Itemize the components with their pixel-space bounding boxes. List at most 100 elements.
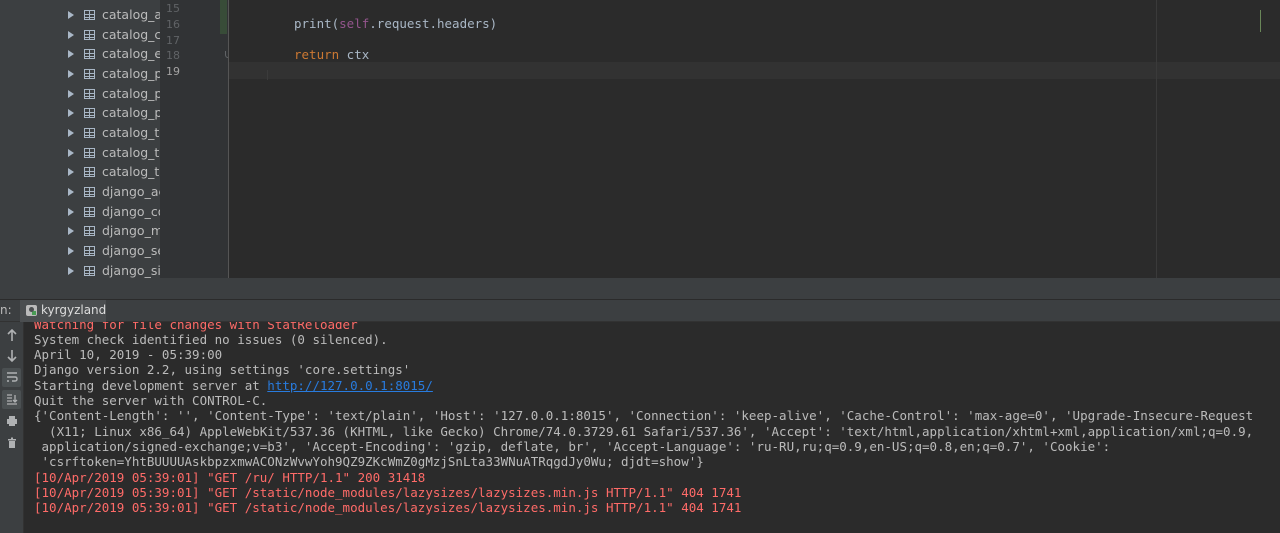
- console-line-error: [10/Apr/2019 05:39:01] "GET /ru/ HTTP/1.…: [34, 470, 426, 485]
- code-token: print(: [294, 16, 340, 31]
- tree-item-table[interactable]: django_ac: [68, 183, 160, 202]
- expand-arrow-icon[interactable]: [68, 168, 74, 176]
- code-token-self: self: [339, 16, 370, 31]
- project-tree: catalog_a catalog_c catalog_e catalog_p …: [0, 0, 160, 299]
- expand-arrow-icon[interactable]: [68, 11, 74, 19]
- table-icon: [84, 49, 95, 59]
- console-line-error: [10/Apr/2019 05:39:01] "GET /static/node…: [34, 485, 742, 500]
- soft-wrap-icon[interactable]: [2, 368, 21, 387]
- trash-icon[interactable]: [2, 434, 21, 453]
- expand-arrow-icon[interactable]: [68, 31, 74, 39]
- line-number-current: 19: [166, 65, 180, 78]
- expand-arrow-icon[interactable]: [68, 50, 74, 58]
- expand-arrow-icon[interactable]: [68, 208, 74, 216]
- console-line: April 10, 2019 - 05:39:00: [34, 347, 223, 362]
- caret-row-highlight: [229, 62, 1280, 79]
- table-icon: [84, 266, 95, 276]
- django-icon: [26, 305, 37, 316]
- line-number: 16: [166, 18, 180, 31]
- expand-arrow-icon[interactable]: [68, 109, 74, 117]
- server-url-link[interactable]: http://127.0.0.1:8015/: [267, 378, 433, 393]
- console-text: Starting development server at: [34, 378, 268, 393]
- up-arrow-icon[interactable]: [2, 326, 21, 345]
- tree-item-table[interactable]: catalog_t: [68, 124, 160, 143]
- console-line: 'csrftoken=YhtBUUUUAskbpzxmwACONzWvwYoh9…: [34, 454, 704, 469]
- editor-gutter[interactable]: 15 16 17 18 19: [160, 0, 228, 278]
- tree-item-table[interactable]: django_co: [68, 203, 160, 222]
- table-icon: [84, 108, 95, 118]
- code-token-keyword: return: [294, 47, 340, 62]
- tree-item-table[interactable]: catalog_e: [68, 45, 160, 64]
- indent-guide: [267, 70, 268, 80]
- tree-item-label: django_si: [102, 263, 160, 278]
- line-number: 18: [166, 49, 180, 62]
- run-config-tab-label: kyrgyzland: [41, 303, 107, 317]
- tree-item-label: django_co: [102, 204, 160, 219]
- line-number: 15: [166, 2, 180, 15]
- tree-item-table[interactable]: django_se: [68, 242, 160, 261]
- scrollbar-change-mark[interactable]: [1260, 10, 1261, 32]
- tree-item-table[interactable]: catalog_p: [68, 85, 160, 104]
- console-line: Django version 2.2, using settings 'core…: [34, 362, 411, 377]
- expand-arrow-icon[interactable]: [68, 247, 74, 255]
- tree-item-table[interactable]: catalog_p: [68, 65, 160, 84]
- expand-arrow-icon[interactable]: [68, 267, 74, 275]
- console-line: Watching for file changes with StatReloa…: [34, 322, 358, 332]
- panel-splitter[interactable]: [0, 278, 1280, 299]
- right-margin-guide: [1156, 0, 1157, 278]
- console-line: Starting development server at http://12…: [34, 378, 433, 393]
- run-toolbar: [0, 322, 24, 533]
- expand-arrow-icon[interactable]: [68, 188, 74, 196]
- console-line: {'Content-Length': '', 'Content-Type': '…: [34, 408, 1254, 423]
- run-console[interactable]: Watching for file changes with StatReloa…: [24, 322, 1280, 533]
- table-icon: [84, 226, 95, 236]
- table-icon: [84, 148, 95, 158]
- tree-item-table[interactable]: catalog_t: [68, 163, 160, 182]
- table-icon: [84, 10, 95, 20]
- tree-item-table[interactable]: catalog_t: [68, 144, 160, 163]
- tree-item-table[interactable]: catalog_c: [68, 26, 160, 45]
- tree-item-label: catalog_t: [102, 125, 160, 140]
- tree-item-label: django_m: [102, 223, 160, 238]
- run-config-tab[interactable]: kyrgyzland: [20, 300, 106, 322]
- table-icon: [84, 128, 95, 138]
- tree-item-table[interactable]: catalog_p: [68, 104, 160, 123]
- print-icon[interactable]: [2, 412, 21, 431]
- tree-item-table[interactable]: django_m: [68, 222, 160, 241]
- table-icon: [84, 246, 95, 256]
- expand-arrow-icon[interactable]: [68, 149, 74, 157]
- code-editor[interactable]: print(self.request.headers) return ctx: [229, 0, 1280, 278]
- code-token: .request.headers): [369, 16, 498, 31]
- vcs-change-marker[interactable]: [220, 0, 227, 34]
- tree-item-label: django_se: [102, 243, 160, 258]
- console-line: Quit the server with CONTROL-C.: [34, 393, 268, 408]
- table-icon: [84, 167, 95, 177]
- down-arrow-icon[interactable]: [2, 346, 21, 365]
- line-number: 17: [166, 34, 180, 47]
- console-line: System check identified no issues (0 sil…: [34, 332, 388, 347]
- console-line: application/signed-exchange;v=b3', 'Acce…: [34, 439, 1111, 454]
- console-line: (X11; Linux x86_64) AppleWebKit/537.36 (…: [34, 424, 1254, 439]
- expand-arrow-icon[interactable]: [68, 129, 74, 137]
- tree-item-label: catalog_a: [102, 7, 160, 22]
- tree-item-label: catalog_p: [102, 66, 160, 81]
- expand-arrow-icon[interactable]: [68, 227, 74, 235]
- scroll-to-end-icon[interactable]: [2, 390, 21, 409]
- tree-item-label: catalog_e: [102, 46, 160, 61]
- code-line: return ctx: [294, 47, 369, 62]
- tree-item-table[interactable]: catalog_a: [68, 6, 160, 25]
- run-tool-window-header: n: kyrgyzland: [0, 300, 1280, 322]
- console-line-error: [10/Apr/2019 05:39:01] "GET /static/node…: [34, 500, 742, 515]
- table-icon: [84, 30, 95, 40]
- code-line: print(self.request.headers): [294, 16, 497, 31]
- tree-item-label: catalog_t: [102, 145, 160, 160]
- table-icon: [84, 187, 95, 197]
- tree-item-label: catalog_p: [102, 86, 160, 101]
- tree-item-label: catalog_t: [102, 164, 160, 179]
- expand-arrow-icon[interactable]: [68, 70, 74, 78]
- run-header-label: n:: [0, 303, 12, 317]
- table-icon: [84, 207, 95, 217]
- tree-item-label: catalog_p: [102, 105, 160, 120]
- expand-arrow-icon[interactable]: [68, 90, 74, 98]
- table-icon: [84, 69, 95, 79]
